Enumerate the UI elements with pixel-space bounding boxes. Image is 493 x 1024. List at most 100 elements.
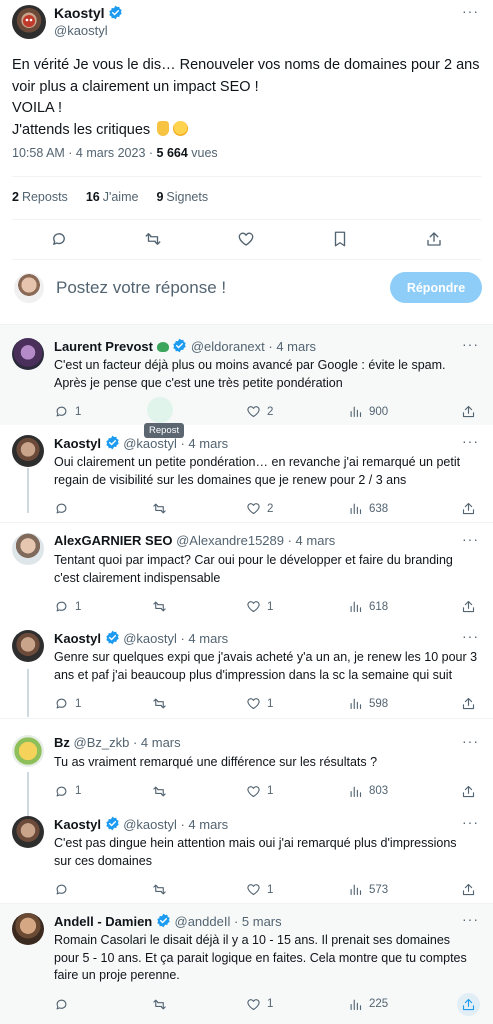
bookmarks-stat[interactable]: 9 Signets xyxy=(156,190,208,204)
reply-author-name[interactable]: Kaostyl xyxy=(54,817,101,832)
views-button[interactable]: 573 xyxy=(348,882,388,897)
reply-handle-date[interactable]: @kaostyl · 4 mars xyxy=(123,817,228,832)
main-action-bar xyxy=(12,230,481,248)
repost-icon[interactable] xyxy=(144,230,162,248)
like-button[interactable]: 1 xyxy=(246,784,273,799)
repost-button[interactable] xyxy=(152,882,173,897)
reply-text: Oui clairement un petite pondération… en… xyxy=(54,455,461,487)
share-button[interactable] xyxy=(461,404,476,419)
views-button[interactable]: 225 xyxy=(348,997,388,1012)
like-button[interactable]: 1 xyxy=(246,997,273,1012)
reply-button[interactable]: 1 xyxy=(54,599,81,614)
share-button[interactable] xyxy=(457,992,480,1016)
reply-author-avatar[interactable] xyxy=(12,435,44,467)
author-name[interactable]: Kaostyl xyxy=(54,5,123,21)
reply-button[interactable]: 1 xyxy=(54,784,81,799)
views-icon xyxy=(348,696,363,711)
engagement-stats: 2 Reposts 16 J'aime 9 Signets xyxy=(12,190,208,204)
reply-action-bar: 2 638 xyxy=(54,501,482,521)
like-button[interactable]: 1 xyxy=(246,599,273,614)
reply-text: C'est pas dingue hein attention mais oui… xyxy=(54,836,457,868)
share-icon xyxy=(461,696,476,711)
reply-button[interactable] xyxy=(54,501,75,516)
reply-author-name[interactable]: Kaostyl xyxy=(54,436,101,451)
tweet-timestamp[interactable]: 10:58 AM · 4 mars 2023 · 5 664 vues xyxy=(12,146,218,160)
more-options-icon[interactable]: ··· xyxy=(462,628,479,644)
more-options-icon[interactable]: ··· xyxy=(462,3,479,19)
reply-author-avatar[interactable] xyxy=(12,816,44,848)
repost-button[interactable] xyxy=(152,696,173,711)
reply-author-avatar[interactable] xyxy=(12,913,44,945)
reply-icon[interactable] xyxy=(50,230,68,248)
reply-button[interactable]: 1 xyxy=(54,404,81,419)
views-button[interactable]: 618 xyxy=(348,599,388,614)
reply-button[interactable] xyxy=(54,997,75,1012)
more-options-icon[interactable]: ··· xyxy=(462,336,479,352)
current-user-avatar[interactable] xyxy=(14,273,44,303)
author-avatar[interactable] xyxy=(12,5,46,39)
reply-author-avatar[interactable] xyxy=(12,630,44,662)
share-button[interactable] xyxy=(461,599,476,614)
more-options-icon[interactable]: ··· xyxy=(462,433,479,449)
share-button[interactable] xyxy=(461,696,476,711)
reply-author-name[interactable]: Laurent Prevost xyxy=(54,339,153,354)
like-icon[interactable] xyxy=(237,230,255,248)
reply-author-avatar[interactable] xyxy=(12,735,44,767)
reply-author-name[interactable]: Andell - Damien xyxy=(54,914,152,929)
reply-author-name[interactable]: Kaostyl xyxy=(54,631,101,646)
more-options-icon[interactable]: ··· xyxy=(462,911,479,927)
reply-header: Laurent Prevost @eldoranext · 4 mars xyxy=(54,338,316,354)
reply-handle-date[interactable]: @kaostyl · 4 mars xyxy=(123,436,228,451)
more-options-icon[interactable]: ··· xyxy=(462,531,479,547)
views-button[interactable]: 638 xyxy=(348,501,388,516)
views-icon xyxy=(348,784,363,799)
divider xyxy=(0,522,493,523)
reply-handle-date[interactable]: @kaostyl · 4 mars xyxy=(123,631,228,646)
views-icon xyxy=(348,997,363,1012)
reply-compose-input[interactable]: Postez votre réponse ! xyxy=(56,278,226,298)
thread-connector xyxy=(27,468,29,513)
more-options-icon[interactable]: ··· xyxy=(462,814,479,830)
reply-handle-date[interactable]: @Bz_zkb · 4 mars xyxy=(74,735,181,750)
views-button[interactable]: 900 xyxy=(348,404,388,419)
reply-button[interactable]: 1 xyxy=(54,696,81,711)
bookmark-icon[interactable] xyxy=(331,230,349,248)
repost-button[interactable] xyxy=(152,784,173,799)
share-button[interactable] xyxy=(461,784,476,799)
sweat-smile-emoji-icon xyxy=(173,120,189,136)
repost-button[interactable] xyxy=(152,997,173,1012)
author-handle[interactable]: @kaostyl xyxy=(54,23,108,38)
reply-handle-date[interactable]: @eldoranext · 4 mars xyxy=(191,339,316,354)
views-button[interactable]: 598 xyxy=(348,696,388,711)
reply-handle-date[interactable]: @Alexandre15289 · 4 mars xyxy=(176,533,335,548)
verified-badge-icon xyxy=(109,5,123,20)
share-button[interactable] xyxy=(461,501,476,516)
views-button[interactable]: 803 xyxy=(348,784,388,799)
reposts-stat[interactable]: 2 Reposts xyxy=(12,190,68,204)
reply-button[interactable] xyxy=(54,882,75,897)
like-button[interactable]: 2 xyxy=(246,404,273,419)
reply-icon xyxy=(54,599,69,614)
reply-icon xyxy=(54,784,69,799)
verified-badge-icon xyxy=(105,816,119,831)
like-icon xyxy=(246,882,261,897)
like-button[interactable]: 2 xyxy=(246,501,273,516)
more-options-icon[interactable]: ··· xyxy=(462,733,479,749)
share-icon[interactable] xyxy=(425,230,443,248)
like-icon xyxy=(246,696,261,711)
reply-submit-button[interactable]: Répondre xyxy=(390,272,482,303)
repost-icon xyxy=(152,696,167,711)
likes-stat[interactable]: 16 J'aime xyxy=(86,190,139,204)
reply-author-avatar[interactable] xyxy=(12,533,44,565)
reply-author-name[interactable]: Bz xyxy=(54,735,70,750)
repost-button[interactable] xyxy=(152,599,173,614)
like-button[interactable]: 1 xyxy=(246,882,273,897)
repost-button[interactable] xyxy=(152,501,173,516)
repost-hover-highlight xyxy=(147,397,173,423)
reply-author-avatar[interactable] xyxy=(12,338,44,370)
reply-author-name[interactable]: AlexGARNIER SEO xyxy=(54,533,172,548)
share-button[interactable] xyxy=(461,882,476,897)
like-button[interactable]: 1 xyxy=(246,696,273,711)
like-icon xyxy=(246,997,261,1012)
reply-handle-date[interactable]: @anddeIl · 5 mars xyxy=(175,914,282,929)
